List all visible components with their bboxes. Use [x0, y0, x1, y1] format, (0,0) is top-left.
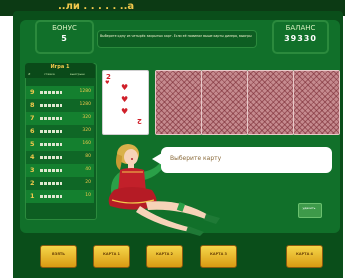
card-4-button[interactable]: КАРТА 4 [286, 245, 323, 268]
row-win: 20 [85, 180, 91, 185]
paytable-row: 5 160 [26, 138, 94, 151]
row-bet-dots [40, 130, 62, 133]
row-level: 8 [30, 101, 35, 109]
paytable-row: 4 80 [26, 151, 94, 164]
paytable-row: 6 320 [26, 125, 94, 138]
row-bet-dots [40, 169, 62, 172]
row-win: 10 [85, 193, 91, 198]
row-bet-dots [40, 156, 62, 159]
row-level: 3 [30, 166, 35, 174]
paytable-row: 8 1280 [26, 99, 94, 112]
row-bet-dots [40, 143, 62, 146]
take-button-label: ВЗЯТЬ [52, 252, 65, 256]
row-level: 9 [30, 88, 35, 96]
row-win: 80 [85, 154, 91, 159]
message-text: Выберите одну из четырёх закрытых карт. … [100, 34, 252, 38]
card-3-button-label: КАРТА 3 [210, 252, 227, 256]
speech-text: Выберите карту [170, 155, 222, 162]
take-button[interactable]: ВЗЯТЬ [40, 245, 77, 268]
row-bet-dots [40, 91, 62, 94]
row-win: 320 [82, 115, 91, 120]
paytable-row: 3 40 [26, 164, 94, 177]
closed-card-3[interactable] [247, 70, 294, 135]
balance-label: БАЛАНС [285, 24, 316, 32]
row-win: 160 [82, 141, 91, 146]
row-level: 2 [30, 179, 35, 187]
card-4-button-label: КАРТА 4 [296, 252, 313, 256]
row-bet-dots [40, 182, 62, 185]
heart-suit-icon: ♥ [121, 95, 129, 104]
paytable-col-bet: ставка [44, 72, 55, 76]
row-level: 4 [30, 153, 35, 161]
card-1-button-label: КАРТА 1 [103, 252, 120, 256]
paytable-col-level: # [28, 72, 31, 76]
row-bet-dots [40, 195, 62, 198]
row-win: 40 [85, 167, 91, 172]
card-2-button-label: КАРТА 2 [156, 252, 173, 256]
heart-suit-icon: ♥ [105, 80, 110, 86]
balance-box: БАЛАНС 39330 [272, 20, 329, 54]
paytable-row: 7 320 [26, 112, 94, 125]
paytable-title: Игра 1 [50, 64, 70, 70]
row-level: 6 [30, 127, 35, 135]
row-level: 7 [30, 114, 35, 122]
row-win: 1280 [79, 89, 91, 94]
row-bet-dots [40, 104, 62, 107]
card-3-button[interactable]: КАРТА 3 [200, 245, 237, 268]
row-win: 320 [82, 128, 91, 133]
closed-card-1[interactable] [155, 70, 202, 135]
paytable-row: 2 20 [26, 177, 94, 190]
card-1-button[interactable]: КАРТА 1 [93, 245, 130, 268]
closed-card-4[interactable] [293, 70, 340, 135]
row-level: 5 [30, 140, 35, 148]
card-rank-bottom: 2 [137, 117, 142, 125]
bonus-label: БОНУС [52, 24, 77, 32]
bonus-value: 5 [61, 34, 68, 43]
card-2-button[interactable]: КАРТА 2 [146, 245, 183, 268]
paytable-col-win: выигрыш [70, 72, 85, 76]
dealer-card: 2 ♥ ♥ ♥ ♥ 2 [102, 70, 149, 135]
row-bet-dots [40, 117, 62, 120]
balance-value: 39330 [284, 34, 317, 43]
heart-suit-icon: ♥ [121, 83, 129, 92]
row-level: 1 [30, 192, 35, 200]
message-box [97, 30, 257, 48]
paytable-row: 9 1280 [26, 86, 94, 99]
row-win: 1280 [79, 102, 91, 107]
double-button-label: удвоить [302, 206, 316, 210]
heart-suit-icon: ♥ [121, 107, 129, 116]
bonus-box: БОНУС 5 [35, 20, 94, 54]
closed-card-2[interactable] [201, 70, 248, 135]
paytable-row: 1 10 [26, 190, 94, 203]
